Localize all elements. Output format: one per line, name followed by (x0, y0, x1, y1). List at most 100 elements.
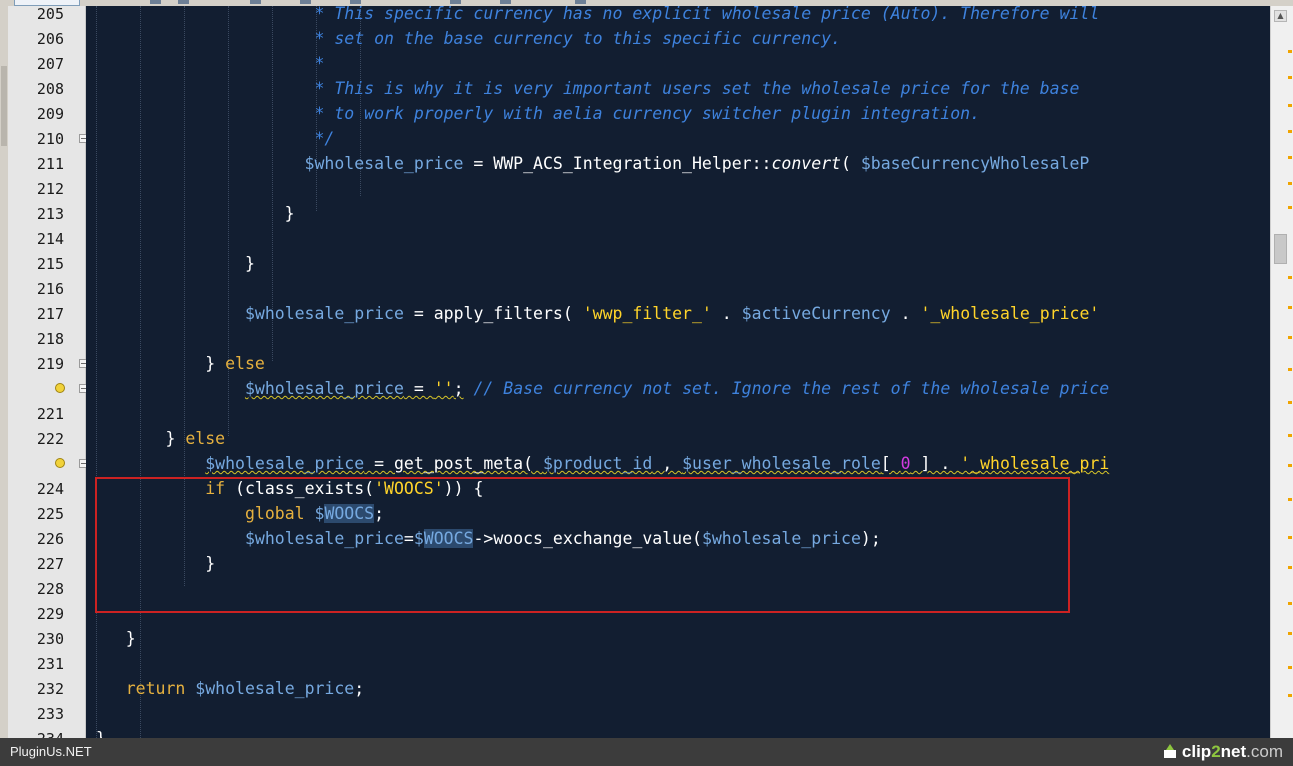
line-number: 205 (36, 5, 64, 23)
overview-marker (1288, 206, 1292, 209)
code-token: // Base currency not set. Ignore the res… (463, 379, 1110, 398)
annotation-highlight-box (95, 477, 1070, 613)
code-line[interactable]: } (86, 205, 295, 223)
code-token: */ (86, 129, 335, 148)
toolbar-button[interactable] (575, 0, 586, 4)
code-line[interactable]: } else (86, 430, 225, 448)
line-number: 221 (36, 405, 64, 423)
overview-marker (1288, 694, 1292, 697)
code-line[interactable]: * This specific currency has no explicit… (86, 6, 1099, 23)
code-token: } (86, 254, 255, 273)
code-line[interactable]: $wholesale_price = apply_filters( 'wwp_f… (86, 305, 1099, 323)
code-line[interactable]: */ (86, 130, 334, 148)
line-number: 211 (36, 155, 64, 173)
line-number: 217 (36, 305, 64, 323)
side-panel-strip[interactable] (0, 6, 8, 738)
line-number: 219 (36, 355, 64, 373)
toolbar-button[interactable] (150, 0, 161, 4)
toolbar-button[interactable] (250, 0, 261, 4)
code-token: } (86, 729, 106, 739)
code-line[interactable]: * set on the base currency to this speci… (86, 30, 841, 48)
overview-marker (1288, 306, 1292, 309)
line-number: 231 (36, 655, 64, 673)
line-number: 227 (36, 555, 64, 573)
code-token: $user_wholesale_role (682, 454, 881, 473)
code-token: = get_post_meta( (364, 454, 543, 473)
code-line[interactable]: } (86, 729, 106, 739)
code-token: = apply_filters( (403, 304, 583, 323)
side-panel-handle[interactable] (1, 66, 7, 146)
line-number: 230 (36, 630, 64, 648)
line-number: 215 (36, 255, 64, 273)
code-token: 0 (900, 454, 911, 473)
warning-bulb-icon[interactable] (55, 458, 65, 468)
code-line[interactable]: $wholesale_price = get_post_meta( $produ… (86, 455, 1109, 473)
overview-marker (1288, 498, 1292, 501)
code-token: * set on the base currency to this speci… (86, 29, 841, 48)
code-token: '_wholesale_pri (960, 454, 1110, 473)
code-line[interactable]: * (86, 55, 324, 73)
code-line[interactable]: $wholesale_price = ''; // Base currency … (86, 380, 1109, 398)
line-number: 224 (36, 480, 64, 498)
line-number: 228 (36, 580, 64, 598)
overview-marker (1288, 602, 1292, 605)
line-number: 226 (36, 530, 64, 548)
code-token: $product_id (542, 454, 653, 473)
code-line[interactable]: $wholesale_price = WWP_ACS_Integration_H… (86, 154, 1090, 173)
clip2net-logo-icon (1162, 744, 1178, 760)
overview-marker (1288, 336, 1292, 339)
toolbar-button[interactable] (300, 0, 311, 4)
code-editor[interactable]: * This specific currency has no explicit… (86, 6, 1270, 738)
overview-marker (1288, 536, 1292, 539)
line-number: 206 (36, 30, 64, 48)
code-line[interactable]: } else (86, 355, 265, 373)
toolbar-button[interactable] (178, 0, 189, 4)
code-token: ; (354, 679, 365, 698)
line-number: 212 (36, 180, 64, 198)
code-token: 'wwp_filter_' (582, 304, 712, 323)
overview-marker (1288, 276, 1292, 279)
toolbar-button[interactable] (450, 0, 461, 4)
code-line[interactable]: return $wholesale_price; (86, 680, 364, 698)
line-number: 209 (36, 105, 64, 123)
toolbar-button[interactable] (500, 0, 511, 4)
overview-marker (1288, 76, 1292, 79)
status-bar-text: PluginUs.NET (10, 744, 92, 759)
vertical-scrollbar[interactable]: ▲ (1270, 6, 1293, 738)
code-line[interactable]: * to work properly with aelia currency s… (86, 105, 980, 123)
code-token: $baseCurrencyWholesaleP (860, 154, 1090, 173)
brand-part: clip (1181, 742, 1212, 761)
code-token: . (711, 304, 742, 323)
code-token: * This specific currency has no explicit… (86, 6, 1100, 23)
code-token: ] . (910, 454, 961, 473)
status-bar: PluginUs.NET clip2net.com (0, 738, 1293, 766)
code-token: * (86, 54, 325, 73)
line-number: 213 (36, 205, 64, 223)
code-line[interactable]: * This is why it is very important users… (86, 80, 1079, 98)
brand-part: .com (1246, 742, 1283, 761)
code-token: ( (841, 154, 861, 173)
line-number: 218 (36, 330, 64, 348)
scroll-up-arrow-icon[interactable]: ▲ (1274, 10, 1287, 22)
toolbar-button[interactable] (350, 0, 361, 4)
code-token: = (403, 379, 434, 398)
code-token: convert (771, 154, 841, 173)
code-token: $wholesale_price (304, 154, 464, 173)
brand-part: net (1220, 742, 1247, 761)
line-number: 210 (36, 130, 64, 148)
code-token: . (890, 304, 921, 323)
warning-bulb-icon[interactable] (55, 383, 65, 393)
line-number: 214 (36, 230, 64, 248)
code-line[interactable]: } (86, 255, 255, 273)
code-token: return (125, 679, 186, 698)
clip2net-brand: clip2net.com (1162, 741, 1283, 763)
scrollbar-thumb[interactable] (1274, 234, 1287, 264)
code-line[interactable]: } (86, 630, 136, 648)
code-token: ; (453, 379, 464, 398)
code-token: else (185, 429, 226, 448)
line-number: 222 (36, 430, 64, 448)
